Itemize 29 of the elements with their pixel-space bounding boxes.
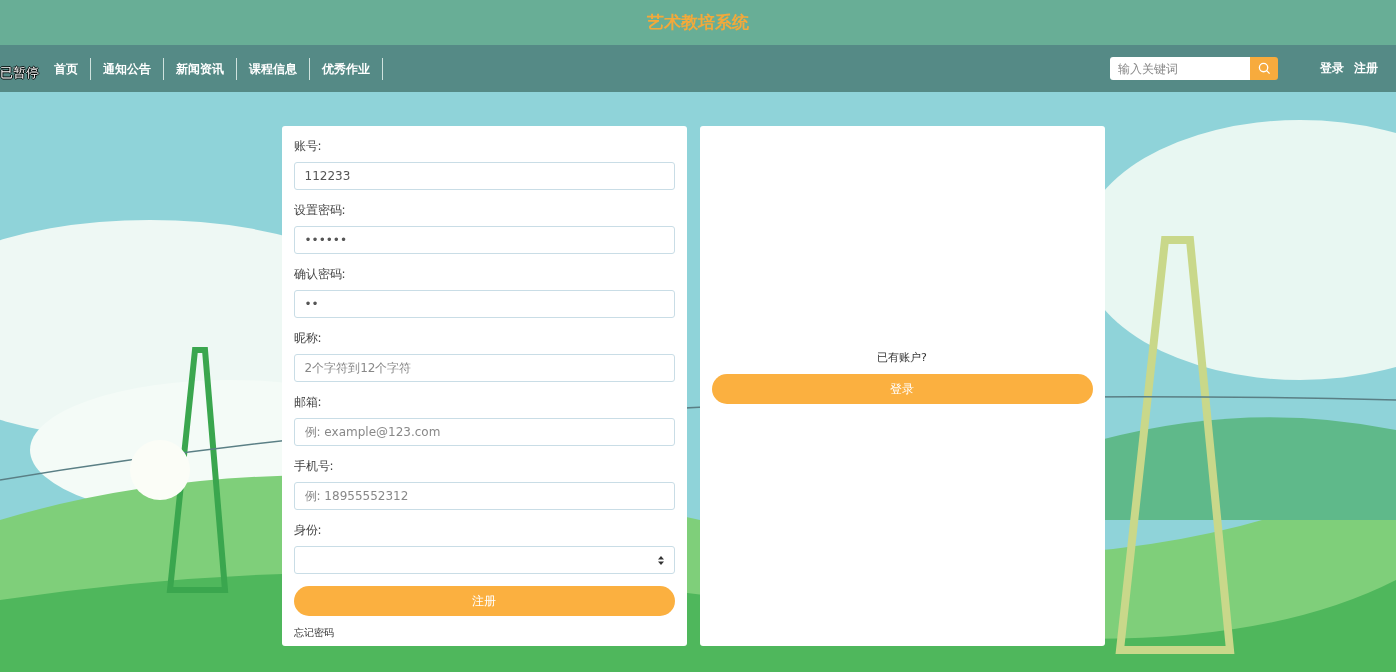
nav-link[interactable]: 课程信息 xyxy=(237,57,310,80)
sort-caret-icon xyxy=(657,555,664,565)
search-icon xyxy=(1257,62,1271,75)
nav-link[interactable]: 优秀作业 xyxy=(310,57,383,80)
field-label: 账号: xyxy=(293,138,323,155)
input-field[interactable]: 2个字符到12个字符 xyxy=(293,354,675,382)
search-button[interactable] xyxy=(1250,57,1278,80)
input-field[interactable]: •• xyxy=(293,290,675,318)
field-label: 手机号: xyxy=(293,458,335,475)
input-field[interactable]: 例: 18955552312 xyxy=(293,482,675,510)
nav-link[interactable]: 新闻资讯 xyxy=(164,57,237,80)
field-label: 邮箱: xyxy=(293,394,323,411)
select-field[interactable] xyxy=(293,546,675,574)
header-link[interactable]: 注册 xyxy=(1354,60,1378,77)
field-label: 昵称: xyxy=(293,330,323,347)
header-link[interactable]: 登录 xyxy=(1320,60,1344,77)
field-label: 设置密码: xyxy=(293,202,347,219)
input-field[interactable]: 例: example@123.com xyxy=(293,418,675,446)
input-field[interactable]: •••••• xyxy=(293,226,675,254)
login-prompt: 已有账户? xyxy=(877,350,927,365)
field-label: 身份: xyxy=(293,522,323,539)
search-field[interactable]: 输入关键词 xyxy=(1110,57,1250,80)
nav-link[interactable]: 首页 xyxy=(42,57,91,80)
paused-label: 已暂停 xyxy=(0,64,39,82)
input-field[interactable]: 112233 xyxy=(293,162,675,190)
field-label: 确认密码: xyxy=(293,266,347,283)
site-title: 艺术教培系统 xyxy=(647,11,749,34)
forgot-password-link[interactable]: 忘记密码 xyxy=(293,626,334,640)
nav-link[interactable]: 通知公告 xyxy=(91,57,164,80)
